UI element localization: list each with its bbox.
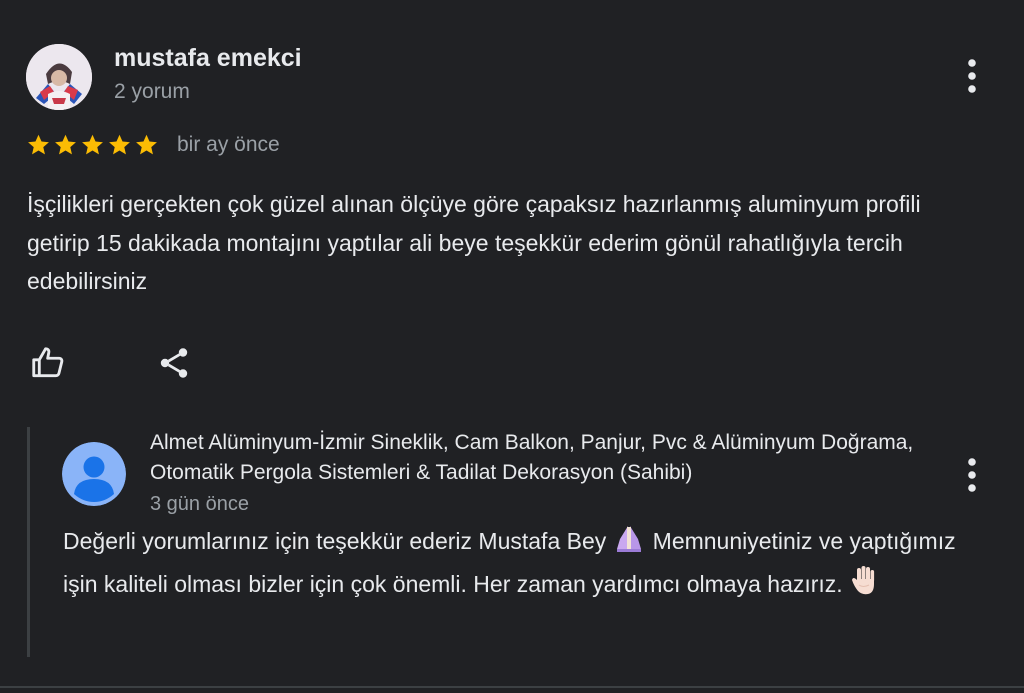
review-date: bir ay önce	[177, 133, 280, 156]
reply-date: 3 gün önce	[150, 493, 249, 515]
reviewer-avatar[interactable]	[26, 44, 92, 110]
review-card: mustafa emekci 2 yorum bir ay önce İşçil…	[0, 0, 1024, 693]
more-vert-icon	[968, 458, 976, 492]
owner-avatar[interactable]	[62, 442, 126, 506]
owner-name[interactable]: Almet Alüminyum-İzmir Sineklik, Cam Balk…	[150, 428, 940, 488]
review-text: İşçilikleri gerçekten çok güzel alınan ö…	[27, 191, 921, 294]
reply-indent-bar	[27, 427, 30, 657]
thumb-up-icon	[32, 347, 64, 378]
star-icon	[109, 134, 130, 155]
star-rating	[26, 130, 159, 160]
raised-hand-icon	[849, 564, 879, 607]
reply-text: Değerli yorumlarınız için teşekkür ederi…	[63, 522, 993, 607]
reviewer-name[interactable]: mustafa emekci	[114, 44, 302, 73]
star-icon	[82, 134, 103, 155]
share-icon	[160, 348, 188, 378]
share-button[interactable]	[151, 340, 197, 386]
star-icon	[28, 134, 49, 155]
review-more-options-button[interactable]	[957, 56, 987, 96]
reply-text-part1: Değerli yorumlarınız için teşekkür ederi…	[63, 528, 607, 554]
bottom-divider	[0, 686, 1024, 688]
more-vert-icon	[968, 59, 976, 93]
review-count: 2 yorum	[114, 80, 190, 103]
like-button[interactable]	[25, 340, 71, 386]
reply-more-options-button[interactable]	[957, 455, 987, 495]
folded-hands-icon	[612, 523, 646, 564]
star-icon	[55, 134, 76, 155]
star-icon	[136, 134, 157, 155]
